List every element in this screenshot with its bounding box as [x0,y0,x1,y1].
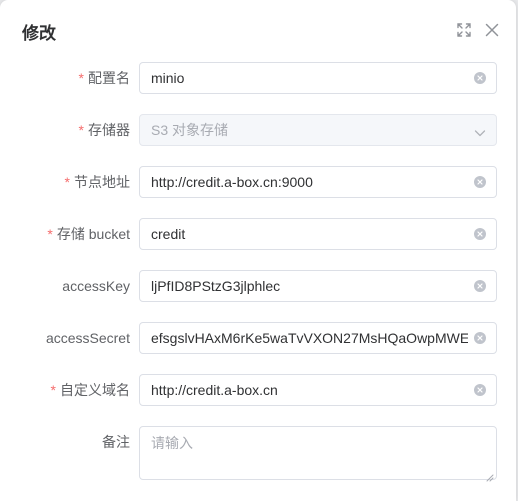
storage-select: S3 对象存储 [139,114,497,146]
form-row-remark: 备注 请输入 [0,426,516,482]
form-row-storage: * 存储器 S3 对象存储 [0,114,516,146]
dialog-header: 修改 [0,0,516,60]
form-row-bucket: * 存储 bucket credit [0,218,516,250]
custom-domain-input[interactable]: http://credit.a-box.cn [139,374,497,406]
required-mark: * [50,382,56,398]
remark-textarea[interactable]: 请输入 [139,426,497,482]
bucket-value: credit [151,226,186,242]
endpoint-label: * 节点地址 [65,166,130,198]
access-secret-label: accessSecret [45,330,130,346]
endpoint-label-text: 节点地址 [74,174,130,190]
custom-domain-value: http://credit.a-box.cn [151,382,278,398]
bucket-label-text: 存储 bucket [56,226,130,242]
edit-dialog: 修改 * 配置名 minio * 存储器 S3 对象存储 * 节点地址 http… [0,0,516,501]
required-mark: * [78,70,84,86]
form-row-custom-domain: * 自定义域名 http://credit.a-box.cn [0,374,516,406]
storage-label-text: 存储器 [88,122,130,138]
dialog-title: 修改 [22,24,56,43]
form-row-endpoint: * 节点地址 http://credit.a-box.cn:9000 [0,166,516,198]
access-secret-value: efsgslvHAxM6rKe5waTvVXON27MsHQaOwpMWE [151,330,468,346]
endpoint-value: http://credit.a-box.cn:9000 [151,174,313,190]
close-icon[interactable] [483,21,501,39]
fullscreen-icon[interactable] [455,21,473,39]
clear-icon[interactable] [474,72,486,84]
storage-value: S3 对象存储 [151,122,229,138]
remark-label: 备注 [102,434,130,450]
form-row-access-key: accessKey ljPfID8PStzG3jlphlec [0,270,516,302]
clear-icon[interactable] [474,228,486,240]
custom-domain-label-text: 自定义域名 [60,382,130,398]
required-mark: * [47,226,53,242]
clear-icon[interactable] [474,332,486,344]
endpoint-input[interactable]: http://credit.a-box.cn:9000 [139,166,497,198]
config-name-input[interactable]: minio [139,62,497,94]
custom-domain-label: * 自定义域名 [51,374,130,406]
access-key-input[interactable]: ljPfID8PStzG3jlphlec [139,270,497,302]
access-key-label: accessKey [62,278,130,294]
config-name-label: * 配置名 [79,62,130,94]
access-secret-input[interactable]: efsgslvHAxM6rKe5waTvVXON27MsHQaOwpMWE [139,322,497,354]
bucket-label: * 存储 bucket [47,218,130,250]
required-mark: * [78,122,84,138]
remark-placeholder: 请输入 [151,435,193,451]
clear-icon[interactable] [474,280,486,292]
clear-icon[interactable] [474,176,486,188]
config-name-label-text: 配置名 [88,70,130,86]
storage-label: * 存储器 [79,114,130,146]
form-row-config-name: * 配置名 minio [0,62,516,94]
access-key-value: ljPfID8PStzG3jlphlec [151,278,281,294]
clear-icon[interactable] [474,384,486,396]
bucket-input[interactable]: credit [139,218,497,250]
config-name-value: minio [151,70,185,86]
required-mark: * [64,174,70,190]
chevron-down-icon [474,125,486,137]
form-row-access-secret: accessSecret efsgslvHAxM6rKe5waTvVXON27M… [0,322,516,354]
resize-grip-icon[interactable] [486,469,494,482]
